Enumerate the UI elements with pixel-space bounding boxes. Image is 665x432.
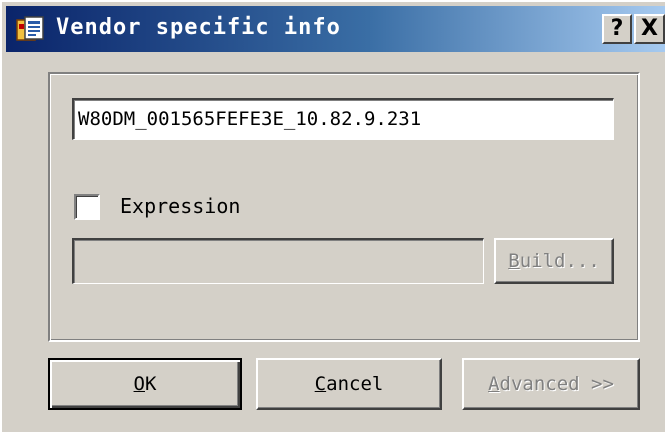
cancel-button-label: ancel [326, 373, 384, 395]
expression-input [72, 238, 484, 284]
help-button[interactable]: ? [602, 14, 632, 44]
build-button-accel: B [508, 250, 520, 272]
title-bar[interactable]: Vendor specific info ? X [6, 6, 665, 52]
close-button[interactable]: X [634, 14, 665, 44]
advanced-button-accel: A [488, 373, 500, 395]
window-app-icon [16, 16, 44, 41]
ok-button[interactable]: OK [48, 358, 242, 410]
advanced-button[interactable]: Advanced >> [462, 358, 640, 410]
expression-checkbox-label[interactable]: Expression [120, 194, 240, 218]
advanced-button-label: dvanced >> [499, 373, 614, 395]
build-button-label: uild... [519, 250, 600, 272]
ok-button-label: K [145, 373, 157, 395]
vendor-info-input[interactable]: W80DM_001565FEFE3E_10.82.9.231 [72, 98, 614, 140]
build-button[interactable]: Build... [494, 238, 614, 284]
window-title: Vendor specific info [56, 15, 341, 40]
close-icon: X [641, 16, 658, 41]
expression-checkbox[interactable] [74, 194, 100, 220]
ok-button-accel: O [133, 373, 145, 395]
cancel-button-accel: C [314, 373, 327, 395]
vendor-info-dialog: Vendor specific info ? X W80DM_001565FEF… [0, 0, 665, 432]
cancel-button[interactable]: Cancel [256, 358, 442, 410]
help-icon: ? [610, 16, 624, 41]
